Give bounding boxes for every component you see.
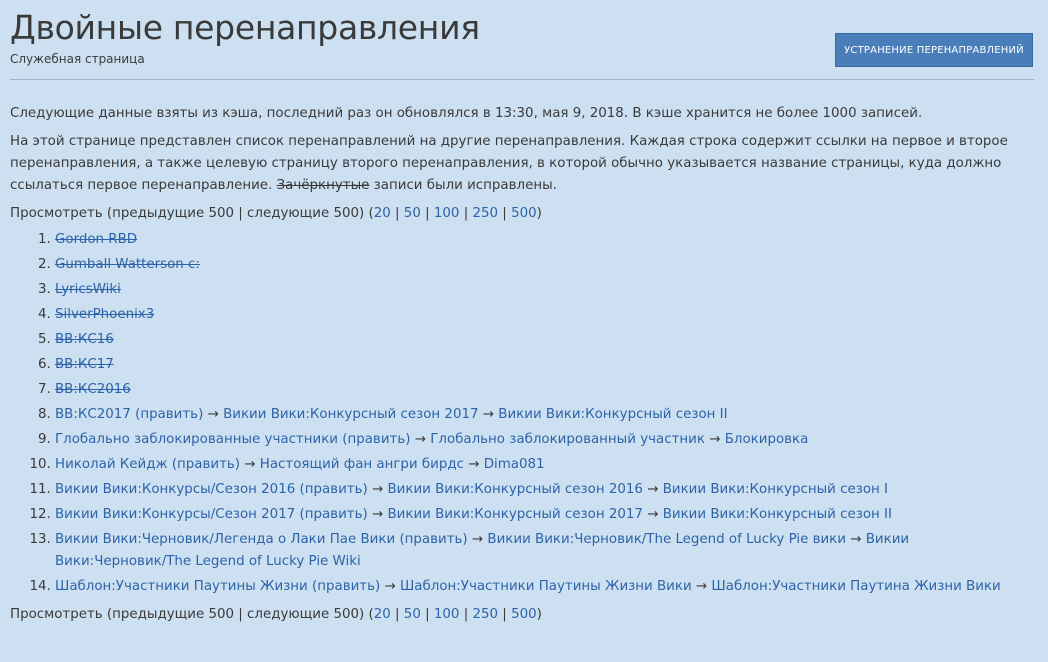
pagination-bottom-limit-20[interactable]: 20 <box>374 607 391 622</box>
edit-link[interactable]: (править) <box>135 407 203 422</box>
list-item: LyricsWiki <box>55 279 1040 301</box>
pagination-top-limit-500[interactable]: 500 <box>511 206 537 221</box>
second-redirect-link[interactable]: Настоящий фан ангри бирдс <box>260 457 464 472</box>
redirect-link[interactable]: ВВ:КС17 <box>55 357 114 372</box>
arrow-icon: → <box>695 579 708 594</box>
redirect-link[interactable]: SilverPhoenix3 <box>55 307 154 322</box>
pagination-top-separator: | <box>459 206 473 221</box>
list-item: Глобально заблокированные участники (пра… <box>55 429 1040 451</box>
list-item: Gumball Watterson c: <box>55 254 1040 276</box>
redirect-link[interactable]: ВВ:КС2017 <box>55 407 131 422</box>
arrow-icon: → <box>709 432 721 447</box>
list-item: ВВ:КС2017 (править) → Викии Вики:Конкурс… <box>55 404 1040 426</box>
cache-note: Следующие данные взяты из кэша, последни… <box>10 106 923 121</box>
page-title: Двойные перенаправления <box>10 8 480 47</box>
arrow-icon: → <box>244 457 256 472</box>
pagination-top-separator: | <box>390 206 404 221</box>
list-item: SilverPhoenix3 <box>55 304 1040 326</box>
list-item: Викии Вики:Конкурсы/Сезон 2017 (править)… <box>55 504 1040 526</box>
page: Двойные перенаправления Служебная страни… <box>0 0 1048 662</box>
edit-link[interactable]: (править) <box>342 432 410 447</box>
target-link[interactable]: Dima081 <box>484 457 545 472</box>
edit-link[interactable]: (править) <box>399 532 467 547</box>
arrow-icon: → <box>468 457 480 472</box>
redirect-link[interactable]: Глобально заблокированные участники <box>55 432 338 447</box>
pagination-top-limit-100[interactable]: 100 <box>434 206 460 221</box>
pagination-bottom: Просмотреть (предыдущие 500 | следующие … <box>10 604 1040 626</box>
second-redirect-link[interactable]: Викии Вики:Конкурсный сезон 2016 <box>387 482 642 497</box>
redirect-link[interactable]: Gordon RBD <box>55 232 137 247</box>
edit-link[interactable]: (править) <box>312 579 380 594</box>
arrow-icon: → <box>371 507 384 522</box>
pagination-top-label: Просмотреть (предыдущие 500 | следующие … <box>10 206 374 221</box>
header-divider <box>10 79 1034 80</box>
list-item: Шаблон:Участники Паутины Жизни (править)… <box>55 576 1040 598</box>
redirect-list: Gordon RBD Gumball Watterson c: LyricsWiki… <box>10 229 1040 598</box>
arrow-icon: → <box>850 532 862 547</box>
pagination-bottom-separator: | <box>459 607 473 622</box>
redirect-link[interactable]: ВВ:КС16 <box>55 332 114 347</box>
redirect-link[interactable]: Шаблон:Участники Паутины Жизни <box>55 579 308 594</box>
second-redirect-link[interactable]: Шаблон:Участники Паутины Жизни Вики <box>400 579 692 594</box>
arrow-icon: → <box>371 482 384 497</box>
target-link[interactable]: Викии Вики:Конкурсный сезон I <box>663 482 888 497</box>
pagination-bottom-separator: | <box>498 607 512 622</box>
redirect-link[interactable]: Викии Вики:Черновик/Легенда о Лаки Пае В… <box>55 532 395 547</box>
edit-link[interactable]: (править) <box>172 457 240 472</box>
arrow-icon: → <box>207 407 219 422</box>
list-item: ВВ:КС16 <box>55 329 1040 351</box>
pagination-bottom-limit-250[interactable]: 250 <box>472 607 498 622</box>
pagination-bottom-limit-50[interactable]: 50 <box>404 607 421 622</box>
list-item: ВВ:КС2016 <box>55 379 1040 401</box>
arrow-icon: → <box>471 532 484 547</box>
arrow-icon: → <box>384 579 396 594</box>
list-item: Gordon RBD <box>55 229 1040 251</box>
pagination-bottom-limit-500[interactable]: 500 <box>511 607 537 622</box>
pagination-top: Просмотреть (предыдущие 500 | следующие … <box>10 203 1040 225</box>
pagination-bottom-label: Просмотреть (предыдущие 500 | следующие … <box>10 607 374 622</box>
pagination-bottom-close: ) <box>536 607 542 622</box>
target-link[interactable]: Викии Вики:Конкурсный сезон II <box>498 407 727 422</box>
pagination-bottom-separator: | <box>390 607 404 622</box>
pagination-top-limit-250[interactable]: 250 <box>472 206 498 221</box>
pagination-bottom-separator: | <box>420 607 434 622</box>
page-subtitle: Служебная страница <box>10 52 145 66</box>
main-content: Следующие данные взяты из кэша, последни… <box>10 103 1040 626</box>
redirect-link[interactable]: Николай Кейдж <box>55 457 168 472</box>
fix-redirects-button[interactable]: УСТРАНЕНИЕ ПЕРЕНАПРАВЛЕНИЙ <box>835 33 1033 67</box>
list-item: Николай Кейдж (править) → Настоящий фан … <box>55 454 1040 476</box>
pagination-top-limit-50[interactable]: 50 <box>404 206 421 221</box>
description: На этой странице представлен список пере… <box>10 131 1040 197</box>
second-redirect-link[interactable]: Глобально заблокированный участник <box>430 432 705 447</box>
arrow-icon: → <box>482 407 495 422</box>
list-item: Викии Вики:Черновик/Легенда о Лаки Пае В… <box>55 529 1040 573</box>
description-tail: записи были исправлены. <box>373 178 557 193</box>
pagination-top-limit-20[interactable]: 20 <box>374 206 391 221</box>
list-item: ВВ:КС17 <box>55 354 1040 376</box>
edit-link[interactable]: (править) <box>300 507 368 522</box>
list-item: Викии Вики:Конкурсы/Сезон 2016 (править)… <box>55 479 1040 501</box>
pagination-top-separator: | <box>420 206 434 221</box>
redirect-link[interactable]: ВВ:КС2016 <box>55 382 131 397</box>
target-link[interactable]: Шаблон:Участники Паутина Жизни Вики <box>711 579 1000 594</box>
target-link[interactable]: Блокировка <box>725 432 809 447</box>
pagination-top-close: ) <box>536 206 542 221</box>
edit-link[interactable]: (править) <box>300 482 368 497</box>
pagination-bottom-limit-100[interactable]: 100 <box>434 607 460 622</box>
redirect-link[interactable]: Викии Вики:Конкурсы/Сезон 2017 <box>55 507 295 522</box>
arrow-icon: → <box>647 507 659 522</box>
second-redirect-link[interactable]: Викии Вики:Конкурсный сезон 2017 <box>223 407 478 422</box>
target-link[interactable]: Викии Вики:Конкурсный сезон II <box>663 507 892 522</box>
redirect-link[interactable]: Gumball Watterson c: <box>55 257 200 272</box>
arrow-icon: → <box>647 482 659 497</box>
redirect-link[interactable]: Викии Вики:Конкурсы/Сезон 2016 <box>55 482 295 497</box>
arrow-icon: → <box>414 432 426 447</box>
pagination-top-separator: | <box>498 206 512 221</box>
struck-example: Зачёркнутые <box>276 178 370 193</box>
second-redirect-link[interactable]: Викии Вики:Черновик/The Legend of Lucky … <box>487 532 846 547</box>
second-redirect-link[interactable]: Викии Вики:Конкурсный сезон 2017 <box>387 507 642 522</box>
redirect-link[interactable]: LyricsWiki <box>55 282 121 297</box>
